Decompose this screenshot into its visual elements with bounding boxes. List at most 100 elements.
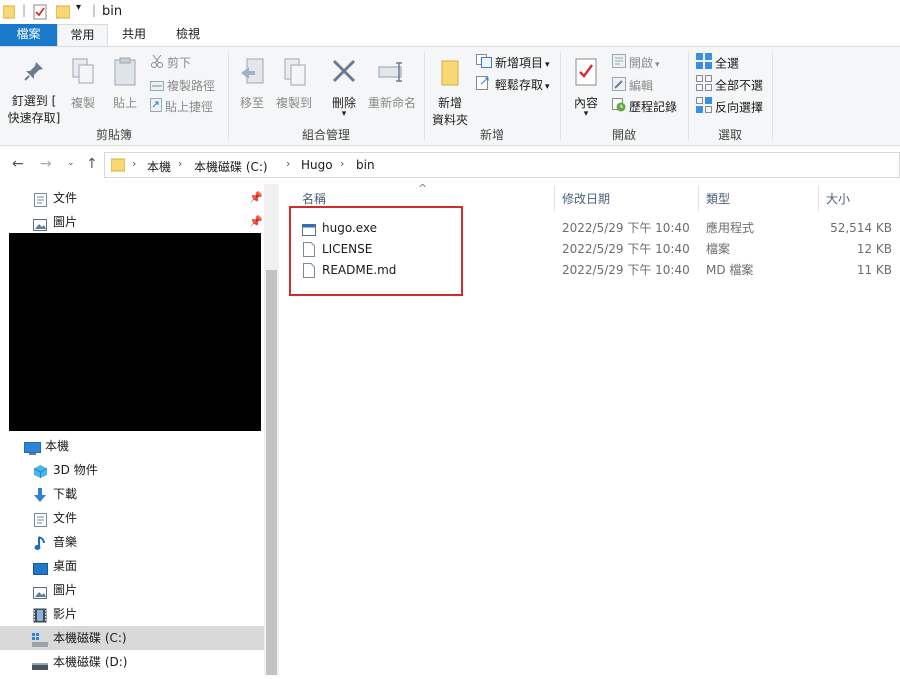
- new-folder-quick-icon[interactable]: [55, 4, 71, 22]
- rename-icon: [366, 57, 418, 90]
- pin-icon: [6, 59, 62, 86]
- nav-item-label: 影片: [53, 607, 78, 621]
- new-item-icon: [476, 53, 492, 74]
- breadcrumb-drive-c[interactable]: 本機磁碟 (C:): [194, 158, 268, 175]
- nav-item-videos[interactable]: 影片: [0, 602, 264, 626]
- address-bar[interactable]: › 本機 › 本機磁碟 (C:) › Hugo › bin: [104, 152, 900, 178]
- copy-to-button[interactable]: 複製到: [274, 57, 314, 111]
- edit-icon: [612, 76, 626, 97]
- cut-button[interactable]: 剪下: [150, 53, 191, 73]
- nav-item-documents[interactable]: 文件: [0, 506, 264, 530]
- title-bar: | ▾ | bin: [0, 0, 900, 24]
- nav-item-label: 桌面: [53, 559, 78, 573]
- breadcrumb-chevron-icon[interactable]: ›: [286, 157, 290, 170]
- move-to-button[interactable]: 移至: [234, 57, 270, 111]
- breadcrumb-chevron-icon[interactable]: ›: [178, 157, 182, 170]
- invert-selection-button[interactable]: 反向選擇: [696, 97, 763, 117]
- divider: |: [92, 3, 97, 17]
- edit-label: 編輯: [629, 79, 654, 93]
- file-modified: 2022/5/29 下午 10:40: [562, 242, 690, 256]
- nav-item-music[interactable]: 音樂: [0, 530, 264, 554]
- copy-path-icon: [150, 77, 164, 97]
- properties-button[interactable]: 內容 ▾: [566, 57, 606, 119]
- history-button[interactable]: 歷程記錄: [612, 97, 677, 117]
- folder-icon: [2, 4, 16, 22]
- invert-selection-icon: [696, 97, 712, 119]
- nav-item-label: 本機: [45, 439, 70, 453]
- breadcrumb-this-pc[interactable]: 本機: [147, 158, 171, 175]
- invert-selection-label: 反向選擇: [715, 100, 764, 115]
- file-modified: 2022/5/29 下午 10:40: [562, 221, 690, 235]
- nav-item-pictures[interactable]: 圖片: [0, 578, 264, 602]
- breadcrumb-chevron-icon[interactable]: ›: [132, 157, 136, 170]
- open-button[interactable]: 開啟 ▾: [612, 53, 660, 73]
- paste-shortcut-label: 貼上捷徑: [165, 100, 214, 114]
- copy-button[interactable]: 複製: [64, 57, 102, 111]
- delete-button[interactable]: 刪除 ▾: [328, 57, 360, 119]
- new-item-dropdown-icon: ▾: [545, 60, 550, 70]
- pin-quick-access-button[interactable]: 釘選到 [ 快速存取]: [6, 59, 62, 126]
- paste-button[interactable]: 貼上: [106, 57, 144, 111]
- nav-item-desktop[interactable]: 桌面: [0, 554, 264, 578]
- navigation-row: ← → ⌄ ↑ › 本機 › 本機磁碟 (C:) › Hugo › bin: [0, 150, 900, 180]
- customize-toolbar-icon[interactable]: ▾: [76, 2, 81, 13]
- nav-item-pictures-pinned[interactable]: 圖片 📌: [0, 210, 264, 234]
- folder-icon: [110, 158, 126, 175]
- nav-item-drive-c[interactable]: 本機磁碟 (C:): [0, 626, 264, 650]
- nav-item-this-pc[interactable]: 本機: [0, 434, 264, 458]
- cut-label: 剪下: [167, 56, 192, 70]
- tab-view[interactable]: 檢視: [160, 24, 216, 46]
- column-header-size[interactable]: 大小: [826, 184, 896, 214]
- up-arrow-icon[interactable]: ↑: [86, 156, 98, 172]
- select-none-label: 全部不選: [715, 78, 764, 93]
- move-to-icon: [234, 57, 270, 90]
- back-arrow-icon[interactable]: ←: [12, 156, 24, 172]
- select-all-button[interactable]: 全選: [696, 53, 739, 73]
- column-divider[interactable]: [818, 186, 819, 212]
- breadcrumb-hugo[interactable]: Hugo: [301, 158, 333, 172]
- new-item-label: 新增項目: [495, 56, 544, 70]
- tab-share[interactable]: 共用: [108, 24, 160, 46]
- nav-item-drive-d[interactable]: 本機磁碟 (D:): [0, 650, 264, 674]
- column-header-type[interactable]: 類型: [706, 184, 816, 214]
- pin-label-2: 快速存取]: [7, 111, 61, 125]
- properties-quick-icon[interactable]: [33, 4, 47, 23]
- copy-path-button[interactable]: 複製路徑: [150, 76, 215, 96]
- easy-access-button[interactable]: 輕鬆存取 ▾: [476, 75, 550, 95]
- nav-item-label: 3D 物件: [53, 463, 98, 477]
- properties-icon: [566, 57, 606, 90]
- ribbon-tabs: 檔案 常用 共用 檢視: [0, 24, 900, 46]
- nav-pane-scrollbar-thumb[interactable]: [266, 270, 277, 675]
- forward-arrow-icon[interactable]: →: [40, 156, 52, 172]
- recent-locations-chevron-icon[interactable]: ⌄: [67, 158, 75, 168]
- easy-access-icon: [476, 75, 492, 96]
- select-all-label: 全選: [715, 56, 740, 71]
- column-header-modified[interactable]: 修改日期: [562, 184, 698, 214]
- breadcrumb-bin[interactable]: bin: [356, 158, 375, 172]
- select-none-button[interactable]: 全部不選: [696, 75, 763, 95]
- paste-shortcut-button[interactable]: 貼上捷徑: [150, 97, 213, 117]
- tab-file[interactable]: 檔案: [0, 24, 57, 46]
- new-folder-button[interactable]: 新增 資料夾: [428, 57, 472, 128]
- pin-icon[interactable]: 📌: [249, 186, 263, 210]
- column-divider[interactable]: [698, 186, 699, 212]
- column-divider[interactable]: [554, 186, 555, 212]
- new-item-button[interactable]: 新增項目 ▾: [476, 53, 550, 73]
- file-size: 52,514 KB: [830, 221, 892, 235]
- copy-to-label: 複製到: [275, 96, 312, 110]
- select-all-icon: [696, 53, 712, 75]
- properties-dropdown-icon[interactable]: ▾: [566, 110, 606, 119]
- nav-item-downloads[interactable]: 下載: [0, 482, 264, 506]
- file-type: MD 檔案: [706, 263, 754, 277]
- edit-button[interactable]: 編輯: [612, 76, 653, 96]
- tab-home[interactable]: 常用: [57, 24, 108, 46]
- nav-item-3d-objects[interactable]: 3D 物件: [0, 458, 264, 482]
- nav-item-label: 文件: [53, 191, 78, 205]
- rename-button[interactable]: 重新命名: [366, 57, 418, 111]
- delete-dropdown-icon[interactable]: ▾: [328, 110, 360, 119]
- nav-item-documents-pinned[interactable]: 文件 📌: [0, 186, 264, 210]
- file-size: 11 KB: [856, 263, 892, 277]
- pin-icon[interactable]: 📌: [249, 210, 263, 234]
- breadcrumb-chevron-icon[interactable]: ›: [340, 157, 344, 170]
- navigation-pane: 文件 📌 圖片 📌 本機 3D 物件 下載 文件 音樂 桌面 圖片 影片 本機磁…: [0, 184, 265, 675]
